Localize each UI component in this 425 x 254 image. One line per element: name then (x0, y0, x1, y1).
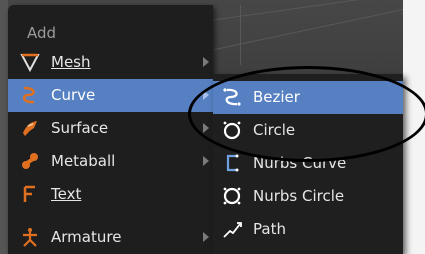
menu-item-armature[interactable]: Armature (8, 221, 213, 254)
submenu-arrow-icon (203, 57, 209, 67)
submenu-item-nurbs-circle[interactable]: Nurbs Circle (213, 180, 403, 213)
add-menu: Add Mesh Curve Surface Metaball Text Arm… (8, 5, 213, 254)
menu-item-label: Text (51, 185, 82, 203)
highlight-annotation-ellipse (188, 66, 425, 162)
menu-item-label: Armature (51, 228, 122, 246)
submenu-item-label: Path (253, 220, 286, 238)
viewport-left-edge (0, 0, 8, 254)
metaball-icon (20, 151, 40, 171)
menu-item-text[interactable]: Text (8, 178, 213, 211)
menu-item-label: Surface (51, 119, 109, 137)
submenu-item-label: Nurbs Circle (253, 187, 345, 205)
menu-item-metaball[interactable]: Metaball (8, 145, 213, 178)
mesh-icon (20, 52, 40, 73)
menu-item-label: Curve (51, 86, 96, 104)
nurbs-curve-icon (221, 152, 243, 174)
text-icon (20, 184, 40, 204)
surface-icon (20, 118, 40, 138)
menu-item-label: Mesh (51, 53, 91, 71)
submenu-arrow-icon (203, 156, 209, 166)
submenu-item-path[interactable]: Path (213, 213, 403, 246)
armature-icon (20, 227, 40, 247)
path-icon (221, 218, 243, 240)
menu-item-curve[interactable]: Curve (8, 79, 213, 112)
menu-item-surface[interactable]: Surface (8, 112, 213, 145)
curve-icon (20, 85, 40, 105)
submenu-arrow-icon (203, 232, 209, 242)
grid-line (240, 5, 241, 65)
menu-item-label: Metaball (51, 152, 116, 170)
menu-item-mesh[interactable]: Mesh (8, 46, 213, 79)
menu-title: Add (27, 24, 57, 42)
nurbs-circle-icon (221, 185, 243, 207)
